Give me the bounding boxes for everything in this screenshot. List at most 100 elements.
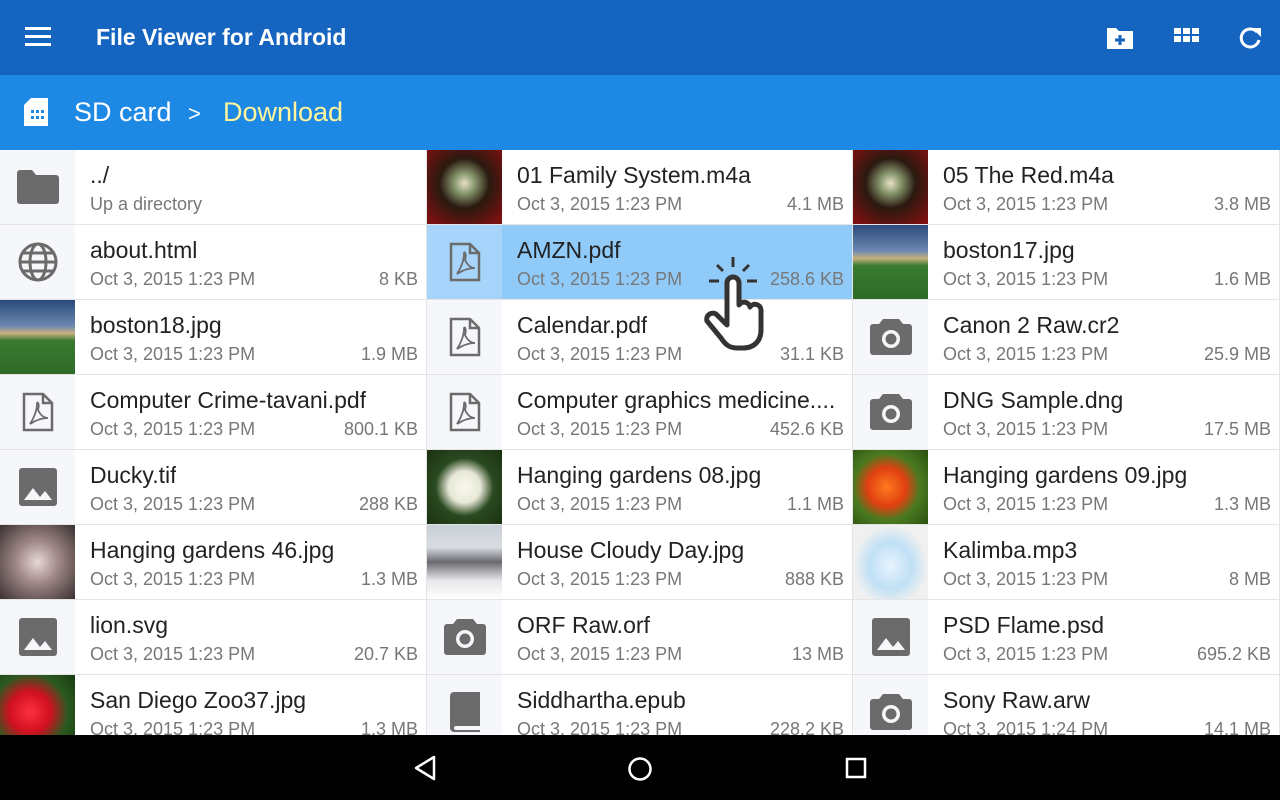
pdf-icon xyxy=(0,375,75,449)
file-item[interactable]: Computer Crime-tavani.pdf Oct 3, 2015 1:2… xyxy=(0,375,427,450)
file-item[interactable]: boston18.jpg Oct 3, 2015 1:23 PM 1.9 MB xyxy=(0,300,427,375)
menu-icon[interactable] xyxy=(25,27,51,47)
file-item[interactable]: DNG Sample.dng Oct 3, 2015 1:23 PM 17.5 MB xyxy=(853,375,1280,450)
file-item[interactable]: Calendar.pdf Oct 3, 2015 1:23 PM 31.1 KB xyxy=(427,300,853,375)
file-date: Oct 3, 2015 1:23 PM xyxy=(943,194,1109,214)
file-item[interactable]: Ducky.tif Oct 3, 2015 1:23 PM 288 KB xyxy=(0,450,427,525)
thumbnail-icon xyxy=(427,525,502,599)
file-name: San Diego Zoo37.jpg xyxy=(90,687,307,713)
file-date: Oct 3, 2015 1:23 PM xyxy=(943,269,1109,289)
file-size: 1.6 MB xyxy=(1213,269,1271,289)
thumbnail-icon xyxy=(853,150,928,224)
file-size: 8 MB xyxy=(1228,569,1271,589)
file-date: Oct 3, 2015 1:23 PM xyxy=(943,569,1109,589)
file-name: boston17.jpg xyxy=(943,237,1075,263)
camera-icon xyxy=(427,600,502,674)
refresh-icon[interactable] xyxy=(1236,25,1264,51)
file-name: about.html xyxy=(90,237,198,263)
file-size: 258.6 KB xyxy=(769,269,844,289)
file-item[interactable]: Hanging gardens 46.jpg Oct 3, 2015 1:23 P… xyxy=(0,525,427,600)
file-name: Siddhartha.epub xyxy=(517,687,686,713)
file-item[interactable]: Computer graphics medicine.... Oct 3, 201… xyxy=(427,375,853,450)
book-icon xyxy=(427,675,502,735)
tap-cursor-icon xyxy=(704,257,764,351)
file-date: Oct 3, 2015 1:23 PM xyxy=(943,494,1109,514)
file-date: Oct 3, 2015 1:23 PM xyxy=(517,344,683,364)
file-name: Computer graphics medicine.... xyxy=(517,387,836,413)
sd-card-icon xyxy=(24,98,48,126)
image-icon xyxy=(0,600,75,674)
file-item[interactable]: Hanging gardens 08.jpg Oct 3, 2015 1:23 P… xyxy=(427,450,853,525)
file-size: 1.1 MB xyxy=(786,494,844,514)
file-grid: ../ Up a directory 01 Family System.m4a Oct… xyxy=(0,150,1280,735)
image-icon xyxy=(0,450,75,524)
new-folder-icon[interactable] xyxy=(1106,25,1134,51)
file-item[interactable]: Canon 2 Raw.cr2 Oct 3, 2015 1:23 PM 25.9 M… xyxy=(853,300,1280,375)
pdf-icon xyxy=(427,300,502,374)
file-name: boston18.jpg xyxy=(90,312,222,338)
file-name: Kalimba.mp3 xyxy=(943,537,1078,563)
file-size: 1.3 MB xyxy=(360,719,418,735)
file-size: 20.7 KB xyxy=(353,644,418,664)
folder-icon xyxy=(0,150,75,224)
file-item[interactable]: AMZN.pdf Oct 3, 2015 1:23 PM 258.6 KB xyxy=(427,225,853,300)
breadcrumb-current[interactable]: Download xyxy=(223,97,343,128)
home-icon[interactable] xyxy=(627,756,653,782)
file-item[interactable]: Siddhartha.epub Oct 3, 2015 1:23 PM 228.2 … xyxy=(427,675,853,735)
back-icon[interactable] xyxy=(413,755,437,781)
file-name: Hanging gardens 09.jpg xyxy=(943,462,1188,488)
file-item[interactable]: Kalimba.mp3 Oct 3, 2015 1:23 PM 8 MB xyxy=(853,525,1280,600)
file-item[interactable]: San Diego Zoo37.jpg Oct 3, 2015 1:23 PM 1.… xyxy=(0,675,427,735)
file-item[interactable]: House Cloudy Day.jpg Oct 3, 2015 1:23 PM 8… xyxy=(427,525,853,600)
file-name: 05 The Red.m4a xyxy=(943,162,1114,188)
file-size: 25.9 MB xyxy=(1203,344,1271,364)
file-item[interactable]: Sony Raw.arw Oct 3, 2015 1:24 PM 14.1 MB xyxy=(853,675,1280,735)
file-name: House Cloudy Day.jpg xyxy=(517,537,745,563)
file-name: Sony Raw.arw xyxy=(943,687,1091,713)
file-item[interactable]: Hanging gardens 09.jpg Oct 3, 2015 1:23 P… xyxy=(853,450,1280,525)
file-name: DNG Sample.dng xyxy=(943,387,1124,413)
thumbnail-icon xyxy=(853,450,928,524)
file-date: Oct 3, 2015 1:23 PM xyxy=(90,644,256,664)
file-name: ../ xyxy=(90,162,110,188)
file-item[interactable]: lion.svg Oct 3, 2015 1:23 PM 20.7 KB xyxy=(0,600,427,675)
file-item[interactable]: boston17.jpg Oct 3, 2015 1:23 PM 1.6 MB xyxy=(853,225,1280,300)
file-size: 14.1 MB xyxy=(1203,719,1271,735)
thumbnail-icon xyxy=(427,450,502,524)
file-size: 800.1 KB xyxy=(343,419,418,439)
file-date: Oct 3, 2015 1:24 PM xyxy=(943,719,1109,735)
file-date: Oct 3, 2015 1:23 PM xyxy=(943,644,1109,664)
file-item[interactable]: ORF Raw.orf Oct 3, 2015 1:23 PM 13 MB xyxy=(427,600,853,675)
file-date: Oct 3, 2015 1:23 PM xyxy=(517,419,683,439)
file-size: 228.2 KB xyxy=(769,719,844,735)
file-size: 1.9 MB xyxy=(360,344,418,364)
file-size: 13 MB xyxy=(791,644,844,664)
file-date: Oct 3, 2015 1:23 PM xyxy=(943,344,1109,364)
thumbnail-icon xyxy=(853,525,928,599)
file-item[interactable]: 05 The Red.m4a Oct 3, 2015 1:23 PM 3.8 MB xyxy=(853,150,1280,225)
file-name: Canon 2 Raw.cr2 xyxy=(943,312,1120,338)
file-item[interactable]: about.html Oct 3, 2015 1:23 PM 8 KB xyxy=(0,225,427,300)
thumbnail-icon xyxy=(0,300,75,374)
recents-icon[interactable] xyxy=(845,757,867,779)
file-size: 8 KB xyxy=(378,269,418,289)
file-name: Hanging gardens 46.jpg xyxy=(90,537,335,563)
file-size: 888 KB xyxy=(784,569,844,589)
file-size: 1.3 MB xyxy=(360,569,418,589)
file-date: Oct 3, 2015 1:23 PM xyxy=(517,269,683,289)
file-size: 31.1 KB xyxy=(779,344,844,364)
file-item[interactable]: 01 Family System.m4a Oct 3, 2015 1:23 PM 4… xyxy=(427,150,853,225)
globe-icon xyxy=(0,225,75,299)
file-item[interactable]: ../ Up a directory xyxy=(0,150,427,225)
file-name: Computer Crime-tavani.pdf xyxy=(90,387,367,413)
file-item[interactable]: PSD Flame.psd Oct 3, 2015 1:23 PM 695.2 KB xyxy=(853,600,1280,675)
file-name: PSD Flame.psd xyxy=(943,612,1105,638)
camera-icon xyxy=(853,675,928,735)
file-date: Oct 3, 2015 1:23 PM xyxy=(517,644,683,664)
file-date: Up a directory xyxy=(90,194,203,214)
file-date: Oct 3, 2015 1:23 PM xyxy=(943,419,1109,439)
file-size: 288 KB xyxy=(358,494,418,514)
breadcrumb-root[interactable]: SD card xyxy=(74,97,172,128)
grid-view-icon[interactable] xyxy=(1172,25,1200,51)
file-name: ORF Raw.orf xyxy=(517,612,650,638)
